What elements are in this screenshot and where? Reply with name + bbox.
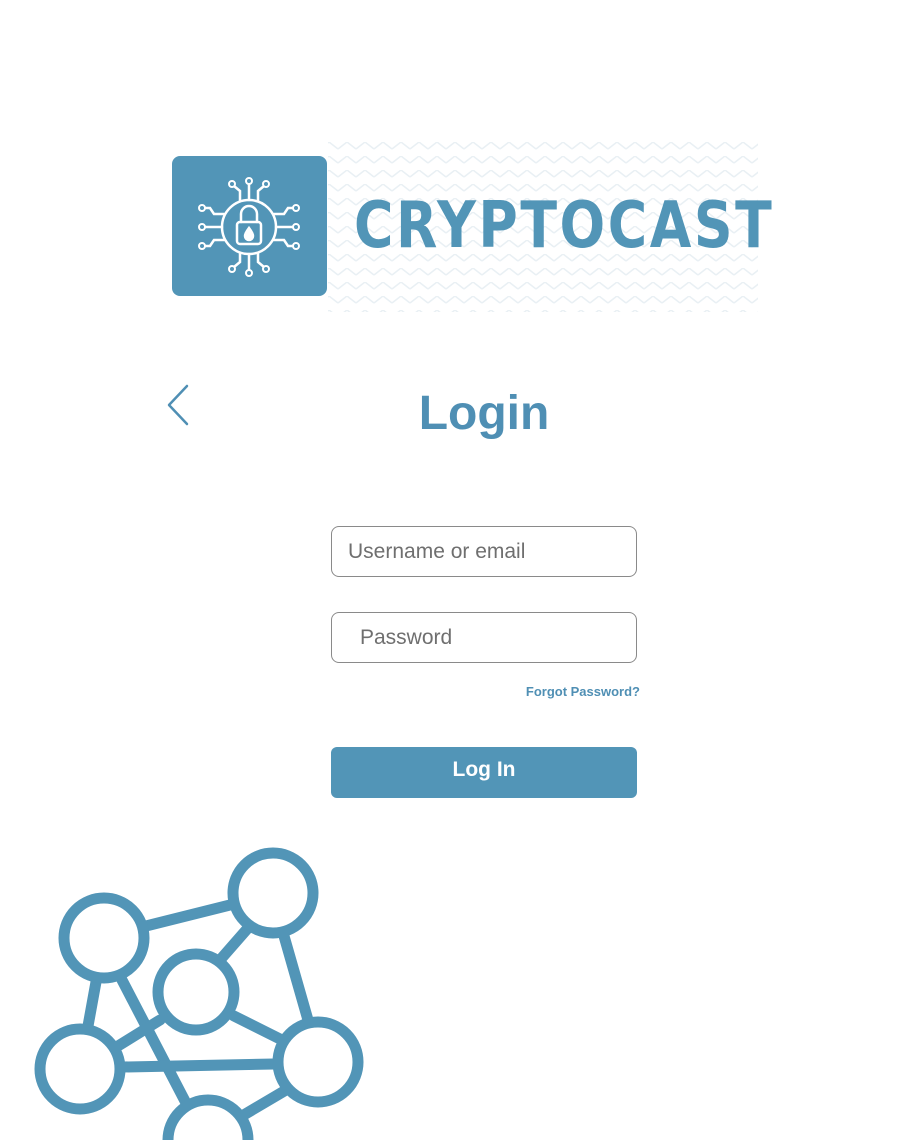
chevron-left-icon xyxy=(167,384,189,426)
login-button[interactable]: Log In xyxy=(331,747,637,798)
username-field-container xyxy=(331,526,637,577)
brand-logo: CRYPTOCAST xyxy=(158,142,772,312)
padlock-circuit-icon xyxy=(172,156,327,296)
network-graph-icon xyxy=(34,847,364,1140)
page-title: Login xyxy=(418,387,550,440)
back-button[interactable] xyxy=(160,382,196,428)
password-input[interactable] xyxy=(332,613,636,662)
username-input[interactable] xyxy=(332,527,636,576)
brand-name: CRYPTOCAST xyxy=(354,189,775,263)
password-field-container xyxy=(331,612,637,663)
forgot-password-link[interactable]: Forgot Password? xyxy=(500,684,640,699)
